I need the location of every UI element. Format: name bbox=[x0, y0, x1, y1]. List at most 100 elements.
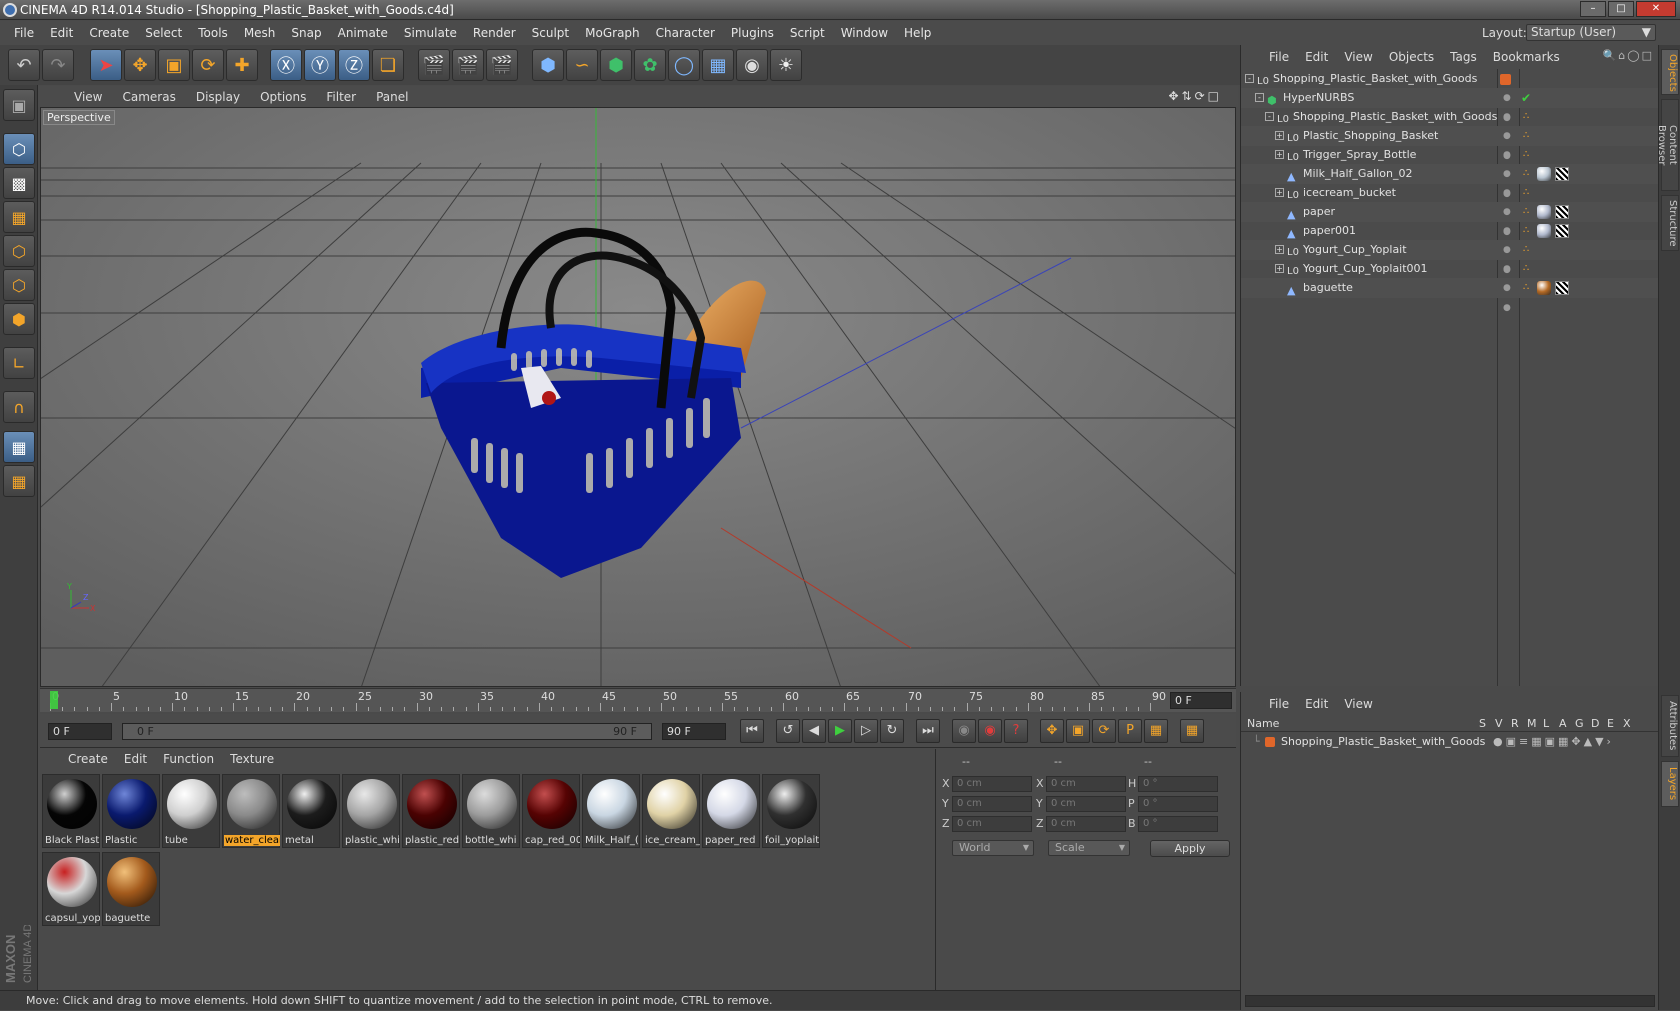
material-swatch[interactable]: ice_cream_ bbox=[642, 774, 700, 848]
material-swatch[interactable]: foil_yoplait bbox=[762, 774, 820, 848]
objects-menu-bookmarks[interactable]: Bookmarks bbox=[1485, 50, 1568, 64]
size-z-field[interactable]: 0 cm bbox=[1046, 816, 1126, 832]
tab-layers[interactable]: Layers bbox=[1661, 761, 1679, 807]
menu-snap[interactable]: Snap bbox=[283, 26, 329, 40]
layout-dropdown[interactable]: Startup (User) ▼ bbox=[1526, 24, 1656, 41]
layer-name-column[interactable]: Name bbox=[1247, 716, 1279, 732]
locked-workplane-icon[interactable]: ▦ bbox=[3, 465, 35, 497]
menu-mesh[interactable]: Mesh bbox=[236, 26, 284, 40]
points-mode-icon[interactable]: ⬡ bbox=[3, 235, 35, 267]
uvw-tag-icon[interactable] bbox=[1555, 167, 1569, 181]
objects-menu-objects[interactable]: Objects bbox=[1381, 50, 1442, 64]
select-cursor-icon[interactable]: ➤ bbox=[90, 49, 122, 81]
material-swatch[interactable]: baguette bbox=[102, 852, 160, 926]
tab-content-browser[interactable]: Content Browser bbox=[1656, 99, 1679, 191]
layer-flag-column[interactable]: D bbox=[1591, 716, 1599, 732]
start-frame-field[interactable]: 0 F bbox=[48, 723, 112, 740]
size-x-field[interactable]: 0 cm bbox=[1046, 776, 1126, 792]
edit-render-settings-icon[interactable]: 🎬 bbox=[486, 49, 518, 81]
layer-flag-column[interactable]: M bbox=[1527, 716, 1537, 732]
phong-tag-icon[interactable]: ∴ bbox=[1523, 145, 1529, 165]
phong-tag-icon[interactable]: ∴ bbox=[1523, 183, 1529, 203]
previous-frame-icon[interactable]: ◀ bbox=[802, 719, 826, 743]
camera-icon[interactable]: ◉ bbox=[736, 49, 768, 81]
texture-tag-icon[interactable] bbox=[1537, 224, 1551, 238]
uvw-tag-icon[interactable] bbox=[1555, 205, 1569, 219]
layer-color-tag[interactable] bbox=[1500, 74, 1511, 85]
menu-select[interactable]: Select bbox=[137, 26, 190, 40]
layer-flag-column[interactable]: R bbox=[1511, 716, 1519, 732]
scene-floor-icon[interactable]: ▦ bbox=[702, 49, 734, 81]
world-coordinates-icon[interactable]: ❏ bbox=[372, 49, 404, 81]
material-swatch[interactable]: metal bbox=[282, 774, 340, 848]
previous-key-icon[interactable]: ↺ bbox=[776, 719, 800, 743]
uvw-tag-icon[interactable] bbox=[1555, 281, 1569, 295]
tab-attributes[interactable]: Attributes bbox=[1661, 695, 1679, 757]
enabled-check-icon[interactable]: ✔ bbox=[1521, 88, 1531, 108]
light-icon[interactable]: ☀ bbox=[770, 49, 802, 81]
rot-p-field[interactable]: 0 ° bbox=[1138, 796, 1218, 812]
key-rotation-icon[interactable]: ⟳ bbox=[1092, 719, 1116, 743]
expand-icon[interactable]: + bbox=[1275, 264, 1284, 273]
material-swatch[interactable]: cap_red_00 bbox=[522, 774, 580, 848]
collapse-icon[interactable]: - bbox=[1245, 74, 1254, 83]
tab-structure[interactable]: Structure bbox=[1661, 195, 1679, 251]
layer-row[interactable]: └ Shopping_Plastic_Basket_with_Goods ●▣≡… bbox=[1241, 733, 1659, 751]
key-parameter-icon[interactable]: P bbox=[1118, 719, 1142, 743]
redo-icon[interactable]: ↷ bbox=[42, 49, 74, 81]
expand-icon[interactable]: + bbox=[1275, 150, 1284, 159]
render-view-icon[interactable]: 🎬 bbox=[418, 49, 450, 81]
timeline-window-icon[interactable]: ▦ bbox=[1180, 719, 1204, 743]
objects-menu-file[interactable]: File bbox=[1261, 50, 1297, 64]
object-row[interactable]: + L0 Yogurt_Cup_Yoplait ● ● ∴ bbox=[1241, 240, 1659, 275]
size-y-field[interactable]: 0 cm bbox=[1046, 796, 1126, 812]
tab-objects[interactable]: Objects bbox=[1661, 49, 1679, 95]
object-row[interactable]: ▲ paper ● ● ∴ bbox=[1241, 202, 1659, 237]
frame-ruler[interactable]: 051015202530354045505560657075808590 bbox=[50, 689, 1166, 713]
material-swatch[interactable]: tube bbox=[162, 774, 220, 848]
object-row[interactable]: -L0Shopping_Plastic_Basket_with_Goods● ●… bbox=[1241, 107, 1659, 142]
menu-script[interactable]: Script bbox=[782, 26, 833, 40]
phong-tag-icon[interactable]: ∴ bbox=[1523, 202, 1529, 222]
material-menu-edit[interactable]: Edit bbox=[116, 752, 155, 766]
material-swatch[interactable]: capsul_yop bbox=[42, 852, 100, 926]
material-menu-function[interactable]: Function bbox=[155, 752, 222, 766]
uvw-tag-icon[interactable] bbox=[1555, 224, 1569, 238]
layer-visibility-icons[interactable]: ●▣≡▦▣▦✥▲▼› bbox=[1493, 733, 1614, 751]
object-row[interactable]: -L0Shopping_Plastic_Basket_with_Goods● ● bbox=[1241, 69, 1659, 104]
layers-menu-file[interactable]: File bbox=[1261, 697, 1297, 711]
horizontal-scrollbar[interactable] bbox=[1245, 995, 1655, 1007]
rotate-icon[interactable]: ⟳ bbox=[192, 49, 224, 81]
viewport-menu-view[interactable]: View bbox=[64, 90, 112, 104]
play-icon[interactable]: ▶ bbox=[828, 719, 852, 743]
make-editable-icon[interactable]: ▣ bbox=[3, 89, 35, 121]
texture-tag-icon[interactable] bbox=[1537, 205, 1551, 219]
model-mode-icon[interactable]: ⬡ bbox=[3, 133, 35, 165]
close-icon[interactable]: ✕ bbox=[1636, 1, 1676, 17]
menu-window[interactable]: Window bbox=[833, 26, 896, 40]
expand-icon[interactable]: + bbox=[1275, 245, 1284, 254]
deformer-icon[interactable]: ◯ bbox=[668, 49, 700, 81]
next-key-icon[interactable]: ↻ bbox=[880, 719, 904, 743]
material-swatch[interactable]: Milk_Half_( bbox=[582, 774, 640, 848]
render-picture-viewer-icon[interactable]: 🎬 bbox=[452, 49, 484, 81]
phong-tag-icon[interactable]: ∴ bbox=[1523, 107, 1529, 127]
spline-pen-icon[interactable]: ∽ bbox=[566, 49, 598, 81]
coordinate-system-dropdown[interactable]: World ▼ bbox=[952, 840, 1034, 856]
menu-mograph[interactable]: MoGraph bbox=[577, 26, 648, 40]
collapse-icon[interactable]: - bbox=[1265, 112, 1274, 121]
phong-tag-icon[interactable]: ∴ bbox=[1523, 259, 1529, 279]
rot-b-field[interactable]: 0 ° bbox=[1138, 816, 1218, 832]
layers-menu-view[interactable]: View bbox=[1336, 697, 1380, 711]
object-row[interactable]: +L0Trigger_Spray_Bottle● ●∴ bbox=[1241, 145, 1659, 180]
viewport-menu-panel[interactable]: Panel bbox=[366, 90, 418, 104]
apply-button[interactable]: Apply bbox=[1150, 840, 1230, 857]
viewport-menu-display[interactable]: Display bbox=[186, 90, 250, 104]
object-row[interactable]: ▲paper001● ●∴ bbox=[1241, 221, 1659, 256]
collapse-icon[interactable]: - bbox=[1255, 93, 1264, 102]
layer-flag-column[interactable]: A bbox=[1559, 716, 1567, 732]
nurbs-generator-icon[interactable]: ⬢ bbox=[600, 49, 632, 81]
minimize-icon[interactable]: – bbox=[1580, 1, 1606, 17]
material-menu-texture[interactable]: Texture bbox=[222, 752, 282, 766]
viewport-menu-options[interactable]: Options bbox=[250, 90, 316, 104]
